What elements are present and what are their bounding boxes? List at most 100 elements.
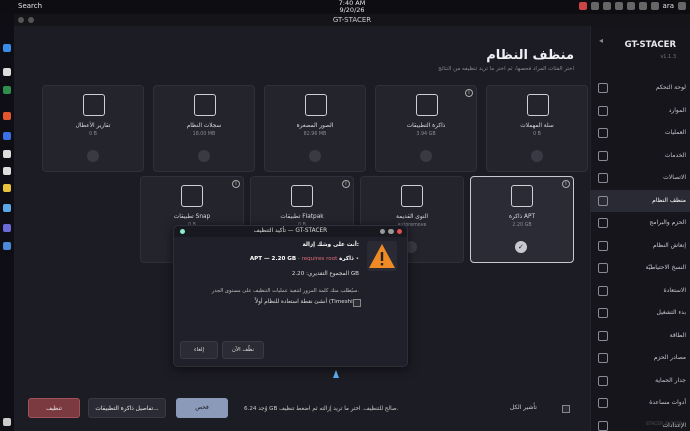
card-checkbox[interactable] xyxy=(87,150,99,162)
nav-icon xyxy=(598,128,608,138)
volume-icon[interactable] xyxy=(650,2,659,10)
dock-app-icon[interactable] xyxy=(3,86,11,94)
select-all-checkbox[interactable] xyxy=(562,405,570,413)
clock[interactable]: 7:40 AM 9/20/26 xyxy=(332,0,372,14)
database-icon xyxy=(416,94,438,116)
chevron-left-icon[interactable]: ◂ xyxy=(599,36,603,45)
dock-app-icon[interactable] xyxy=(3,68,11,76)
card-size: 0 B xyxy=(533,132,541,137)
sidebar-item-label: أدوات مساعدة xyxy=(649,399,686,406)
info-icon[interactable]: i xyxy=(465,89,473,97)
warning-icon xyxy=(367,241,397,271)
cancel-button[interactable]: إلغاء xyxy=(180,341,218,359)
nav-icon xyxy=(598,308,608,318)
sidebar-item-label: لوحة التحكم xyxy=(655,84,686,91)
category-card[interactable]: سلة المهملات 0 B xyxy=(486,85,588,172)
dock-app-icon[interactable] xyxy=(3,44,11,52)
info-icon[interactable]: i xyxy=(342,180,350,188)
dock-app-icon[interactable] xyxy=(3,418,11,426)
app-cache-details-button[interactable]: تفاصيل ذاكرة التطبيقات... xyxy=(88,398,166,418)
select-all-label: تأشير الكل xyxy=(510,404,537,411)
category-card[interactable]: ذاكرة التطبيقات 3.94 GB i xyxy=(375,85,477,172)
app-window: GT-STACER منظف النظام اختر الفئات المراد… xyxy=(14,14,690,431)
nav-icon xyxy=(598,353,608,363)
notification-icon[interactable] xyxy=(590,2,599,10)
close-icon[interactable] xyxy=(18,17,24,23)
sidebar-item[interactable]: منظف النظام xyxy=(590,189,690,212)
sidebar-item-label: منظف النظام xyxy=(652,196,686,204)
card-checkbox[interactable] xyxy=(309,150,321,162)
bluetooth-icon[interactable] xyxy=(614,2,623,10)
clean-now-button[interactable]: نظّف الآن xyxy=(222,341,264,359)
battery-icon[interactable] xyxy=(638,2,647,10)
card-size: 3.94 GB xyxy=(416,132,436,137)
card-checkbox[interactable] xyxy=(198,150,210,162)
card-name: ذاكرة التطبيقات xyxy=(406,123,446,129)
sidebar-item-label: مصادر الحزم xyxy=(653,354,686,361)
dock-app-icon[interactable] xyxy=(3,132,11,140)
keyboard-layout[interactable]: ara xyxy=(663,2,674,10)
window-titlebar[interactable]: GT-STACER xyxy=(14,14,690,26)
sidebar-item[interactable]: الحزم والبرامج xyxy=(590,212,690,235)
card-name: تطبيقات Flatpak xyxy=(280,214,324,220)
category-card[interactable]: ذاكرة APT 2.20 GB ✓ i xyxy=(470,176,574,263)
dock-app-icon[interactable] xyxy=(3,167,11,175)
minimize-icon[interactable] xyxy=(379,228,385,234)
card-name: تطبيقات Snap xyxy=(173,214,211,220)
sidebar-item-label: جدار الحماية xyxy=(655,376,686,384)
category-card[interactable]: تقارير الأعطال 0 B xyxy=(42,85,144,172)
minimize-icon[interactable] xyxy=(28,17,34,23)
dock-app-icon[interactable] xyxy=(3,112,11,120)
card-size: 82.96 MB xyxy=(303,132,327,137)
scan-button[interactable]: فحص xyxy=(176,398,228,418)
maximize-icon[interactable] xyxy=(388,228,394,234)
clean-button[interactable]: تنظيف xyxy=(28,398,80,418)
sidebar-item[interactable]: الموارد xyxy=(590,100,690,123)
sidebar-item[interactable]: أدوات مساعدة xyxy=(590,392,690,415)
dialog-item: APT — 2.20 GB · requires root ذاكرة • xyxy=(249,256,359,262)
sidebar-item[interactable]: الاتصالات xyxy=(590,167,690,190)
sidebar-item[interactable]: النسخ الاحتياطيّة xyxy=(590,257,690,280)
nav-icon xyxy=(598,263,608,273)
sidebar-item[interactable]: إنعاش النظام xyxy=(590,235,690,258)
power-icon[interactable] xyxy=(678,2,686,10)
category-card[interactable]: الصور المصغرة 82.96 MB xyxy=(264,85,366,172)
sidebar-item[interactable]: بدء التشغيل xyxy=(590,302,690,325)
info-icon[interactable]: i xyxy=(562,180,570,188)
image-icon xyxy=(305,94,327,116)
sidebar-item[interactable]: الطاقة xyxy=(590,325,690,348)
category-card[interactable]: سجلات النظام 18.00 MB xyxy=(153,85,255,172)
network-icon[interactable] xyxy=(626,2,635,10)
system-top-bar: Search 7:40 AM 9/20/26 ara xyxy=(0,0,690,14)
timeshift-checkbox[interactable] xyxy=(353,299,361,307)
gear-icon[interactable] xyxy=(602,2,611,10)
sidebar-item[interactable]: الاستعادة xyxy=(590,280,690,303)
sidebar-item[interactable]: الخدمات xyxy=(590,145,690,168)
dock-app-icon[interactable] xyxy=(3,224,11,232)
nav-icon xyxy=(598,420,608,431)
info-icon[interactable]: i xyxy=(232,180,240,188)
close-icon[interactable] xyxy=(396,228,402,234)
nav-icon xyxy=(598,173,608,183)
dialog-heading: أنت على وشك إزالة: xyxy=(302,242,359,248)
search-button[interactable]: Search xyxy=(18,2,42,10)
sidebar-item[interactable]: العمليات xyxy=(590,122,690,145)
crash-file-icon xyxy=(83,94,105,116)
dock-app-icon[interactable] xyxy=(3,184,11,192)
sidebar-item[interactable]: لوحة التحكم xyxy=(590,77,690,100)
pin-icon[interactable] xyxy=(180,229,185,234)
sidebar-item[interactable]: جدار الحماية xyxy=(590,370,690,393)
sidebar-item[interactable]: مصادر الحزم xyxy=(590,347,690,370)
card-size: 2.20 GB xyxy=(512,223,532,228)
page-subtitle: اختر الفئات المراد فحصها، ثم اختر ما تري… xyxy=(438,66,574,72)
dialog-titlebar[interactable]: تأكيد التنظيف — GT-STACER xyxy=(174,226,407,237)
mouse-cursor xyxy=(333,370,339,378)
card-checkbox[interactable] xyxy=(420,150,432,162)
sidebar-footer: STACER © 2026 xyxy=(645,422,682,427)
dock-app-icon[interactable] xyxy=(3,242,11,250)
card-name: سلة المهملات xyxy=(520,123,554,129)
tray-app-icon[interactable] xyxy=(578,2,587,10)
card-checkbox[interactable] xyxy=(531,150,543,162)
dock-app-icon[interactable] xyxy=(3,150,11,158)
dock-app-icon[interactable] xyxy=(3,204,11,212)
